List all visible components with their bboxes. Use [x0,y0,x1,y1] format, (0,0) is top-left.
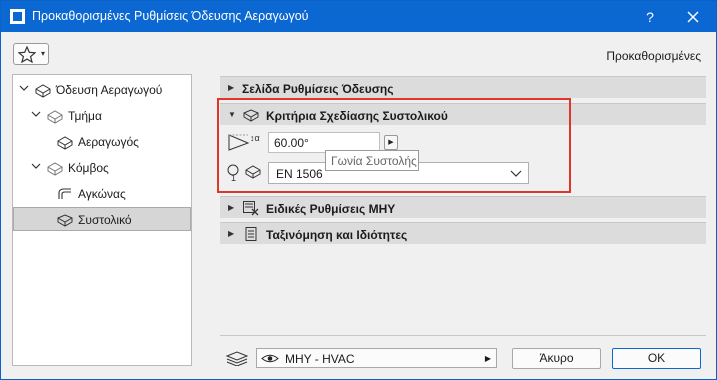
star-icon [18,46,36,63]
title-bar: Προκαθορισμένες Ρυθμίσεις Όδευσης Αεραγω… [1,1,716,32]
chevron-right-icon: ▶ [228,229,235,238]
section-title: Σελίδα Ρυθμίσεις Όδευσης [242,82,394,96]
layers-icon [225,351,249,366]
svg-text:↕α: ↕α [250,133,260,143]
segment-icon [47,110,63,124]
tree-item-label: Κόμβος [68,161,109,175]
tree-item-label: Τμήμα [68,109,102,123]
tree-item-label: Αγκώνας [78,187,126,201]
chevron-down-icon[interactable] [31,161,41,171]
section-reducer-criteria[interactable]: ▼ Κριτήρια Σχεδίασης Συστολικού [220,103,706,125]
window-title: Προκαθορισμένες Ρυθμίσεις Όδευσης Αεραγω… [32,9,309,23]
section-title: Κριτήρια Σχεδίασης Συστολικού [266,109,448,123]
document-icon [245,227,257,241]
elbow-icon [58,188,71,199]
chevron-down-icon: ▾ [41,49,46,58]
section-title: Ταξινόμηση και Ιδιότητες [266,228,408,242]
reducer-standard-icon: 1 [227,164,261,183]
chevron-right-icon: ▶ [484,354,491,363]
duct-icon [57,136,73,150]
chevron-right-icon: ▶ [228,83,235,92]
mep-settings-icon [243,201,259,216]
tree-item-segment[interactable]: Τμήμα [13,104,191,128]
tree-item-duct-route[interactable]: Όδευση Αεραγωγού [13,78,191,102]
tree-item-duct[interactable]: Αεραγωγός [13,130,191,154]
reducer-icon [57,214,73,227]
angle-increment-button[interactable]: ▶ [384,135,398,150]
close-icon[interactable] [683,7,703,27]
settings-content: ▶ Σελίδα Ρυθμίσεις Όδευσης ▼ Κριτήρια Σχ… [220,74,706,332]
tree-item-label: Όδευση Αεραγωγού [56,83,163,97]
dialog-window: Προκαθορισμένες Ρυθμίσεις Όδευσης Αεραγω… [0,0,717,380]
node-icon [47,162,63,176]
chevron-right-icon: ▶ [228,203,235,212]
section-title: Ειδικές Ρυθμίσεις ΜΗΥ [266,202,396,216]
chevron-down-icon: ▼ [228,110,236,119]
eye-icon [261,354,279,363]
ok-button[interactable]: OK [612,348,701,369]
favorites-button[interactable]: ▾ [13,43,49,65]
preset-label: Προκαθορισμένες [606,49,701,63]
angle-tooltip: Γωνία Συστολής [325,150,419,171]
reducer-icon [243,109,259,122]
footer-divider [220,335,706,336]
section-mep-settings[interactable]: ▶ Ειδικές Ρυθμίσεις ΜΗΥ [220,196,706,218]
cancel-button[interactable]: Άκυρο [512,348,601,369]
duct-route-icon [35,84,51,98]
section-route-settings[interactable]: ▶ Σελίδα Ρυθμίσεις Όδευσης [220,76,706,98]
tree-item-reducer[interactable]: Συστολικό [13,207,191,231]
settings-tree: Όδευση Αεραγωγού Τμήμα Αεραγωγός Κόμβος … [12,74,192,366]
layer-select[interactable]: ΜΗΥ - HVAC ▶ [256,348,497,368]
chevron-down-icon[interactable] [19,83,29,93]
tree-item-label: Συστολικό [78,213,132,227]
layer-value: ΜΗΥ - HVAC [285,352,355,366]
help-button[interactable]: ? [640,7,660,27]
chevron-down-icon [510,170,522,177]
tree-item-node[interactable]: Κόμβος [13,156,191,180]
app-icon [10,9,25,24]
reducer-angle-icon: ↕α [228,133,260,151]
tree-item-label: Αεραγωγός [78,135,139,149]
section-classification[interactable]: ▶ Ταξινόμηση και Ιδιότητες [220,222,706,244]
tree-item-elbow[interactable]: Αγκώνας [13,182,191,206]
svg-text:1: 1 [231,173,236,183]
standard-value: EN 1506 [276,167,323,181]
chevron-down-icon[interactable] [31,109,41,119]
